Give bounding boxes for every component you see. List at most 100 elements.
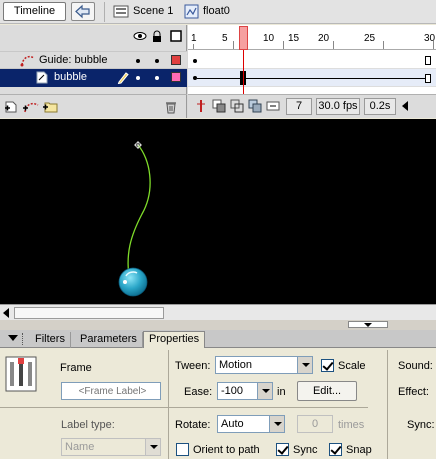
timeline-tab[interactable]: Timeline: [3, 2, 66, 21]
pencil-icon: [117, 71, 129, 87]
properties-panel: Frame Label type: Name Tween: Motion Sca…: [0, 348, 436, 459]
layer-name: bubble: [54, 71, 88, 83]
ease-label: Ease:: [184, 386, 213, 398]
eye-icon[interactable]: [133, 30, 147, 45]
rotate-value: Auto: [221, 418, 244, 430]
ruler-tick: [193, 44, 194, 49]
ruler-tick: [333, 41, 334, 49]
layer-color-swatch[interactable]: [171, 72, 181, 82]
add-motion-guide-icon[interactable]: [22, 100, 40, 117]
visibility-dot[interactable]: [136, 76, 140, 80]
panel-gripper[interactable]: [0, 320, 436, 330]
ruler-number: 25: [364, 33, 376, 44]
lock-dot[interactable]: [155, 59, 159, 63]
frame-label-input[interactable]: [61, 382, 161, 400]
tween-arrow-line: [197, 78, 425, 79]
timeline-toolbar: Timeline Scene 1 float0: [0, 0, 436, 24]
frame-thumbnail-icon: [5, 356, 37, 395]
center-frame-icon[interactable]: [194, 99, 208, 113]
label-type-select: Name: [61, 438, 161, 456]
motion-guide-path: [127, 144, 151, 278]
scroll-left-arrow-icon[interactable]: [3, 308, 9, 318]
rotate-label: Rotate:: [175, 419, 211, 431]
elapsed-time-field: 0.2s: [364, 98, 396, 115]
frame-row-guide[interactable]: [188, 51, 436, 69]
scrollbar-thumb[interactable]: [14, 307, 164, 319]
snap-label: Snap: [346, 444, 372, 456]
frame-title: Frame: [60, 362, 92, 374]
ruler-tick: [383, 41, 384, 49]
ease-input[interactable]: -100: [217, 382, 273, 400]
insert-layer-icon[interactable]: [4, 100, 20, 117]
dropdown-arrow-icon: [257, 383, 272, 399]
column-divider: [168, 350, 169, 459]
stage[interactable]: [0, 119, 436, 304]
snap-checkbox[interactable]: [329, 443, 342, 456]
rotate-select[interactable]: Auto: [217, 415, 285, 433]
tween-label: Tween:: [175, 360, 211, 372]
orient-to-path-checkbox[interactable]: [176, 443, 189, 456]
edit-multiple-frames-icon[interactable]: [248, 99, 262, 113]
label-type-value: Name: [65, 441, 95, 453]
back-button[interactable]: [71, 2, 95, 21]
modify-onion-markers-icon[interactable]: [266, 99, 280, 113]
tween-select[interactable]: Motion: [215, 356, 313, 374]
effect-label: Effect:: [398, 386, 429, 398]
frame-ruler[interactable]: 1 5 10 15 20 25 30: [188, 25, 436, 50]
layer-header: [0, 25, 187, 50]
keyframe-end[interactable]: [425, 74, 431, 83]
scale-checkbox[interactable]: [321, 359, 334, 372]
layer-row-guide[interactable]: Guide: bubble: [0, 51, 187, 69]
trash-icon[interactable]: [164, 99, 178, 117]
label-type-label: Label type:: [61, 419, 115, 431]
layer-row-bubble[interactable]: bubble: [0, 69, 187, 87]
sync-checkbox[interactable]: [276, 443, 289, 456]
insert-folder-icon[interactable]: [42, 99, 58, 116]
properties-tab-bar: Filters Parameters Properties: [0, 330, 436, 349]
tab-properties[interactable]: Properties: [143, 331, 206, 349]
onion-skin-icon[interactable]: [212, 99, 226, 113]
visibility-dot[interactable]: [136, 59, 140, 63]
frame-grid[interactable]: 1 5 10 15 20 25 30 7 30.0 fps 0.2s: [188, 25, 436, 118]
frame-end-marker: [425, 56, 431, 65]
ruler-number: 10: [263, 33, 275, 44]
ruler-number: 30: [424, 33, 436, 44]
ease-value: -100: [221, 385, 244, 397]
edit-ease-button[interactable]: Edit...: [297, 381, 357, 401]
outline-icon[interactable]: [170, 30, 182, 45]
dropdown-arrow-icon: [145, 439, 160, 455]
layer-color-swatch[interactable]: [171, 55, 181, 65]
frame-row-bubble[interactable]: [188, 69, 436, 87]
lock-dot[interactable]: [155, 76, 159, 80]
frame-rate-field: 30.0 fps: [316, 98, 360, 115]
column-divider: [387, 350, 388, 459]
rotate-times-value: 0: [311, 418, 319, 430]
panel-collapse-icon[interactable]: [8, 335, 18, 341]
stage-horizontal-scrollbar[interactable]: [0, 304, 436, 320]
tab-parameters[interactable]: Parameters: [75, 332, 143, 348]
onion-skin-outlines-icon[interactable]: [230, 99, 244, 113]
playhead[interactable]: [239, 26, 248, 50]
scroll-left-icon[interactable]: [402, 101, 408, 111]
collapse-arrow-icon: [364, 323, 372, 327]
ruler-tick: [283, 41, 284, 49]
symbol-breadcrumb[interactable]: float0: [203, 5, 230, 17]
playhead-line: [243, 50, 244, 94]
scene-breadcrumb[interactable]: Scene 1: [133, 5, 173, 17]
timeline-status-bar: 7 30.0 fps 0.2s: [188, 94, 436, 118]
lock-icon[interactable]: [152, 30, 162, 46]
section-divider: [168, 407, 368, 408]
orient-to-path-label: Orient to path: [193, 444, 260, 456]
dropdown-arrow-icon: [297, 357, 312, 373]
stage-canvas: [118, 141, 151, 297]
ruler-number: 1: [191, 33, 197, 44]
graphic-symbol-icon: [184, 4, 199, 19]
ruler-number: 5: [222, 33, 228, 44]
panel-grip-icon: [22, 333, 24, 345]
back-arrow-icon: [75, 4, 90, 19]
ruler-tick: [233, 41, 234, 49]
times-label: times: [338, 419, 365, 431]
tab-filters[interactable]: Filters: [30, 332, 71, 348]
rotate-times-input: 0: [297, 415, 333, 433]
keyframe-dot[interactable]: [193, 59, 197, 63]
